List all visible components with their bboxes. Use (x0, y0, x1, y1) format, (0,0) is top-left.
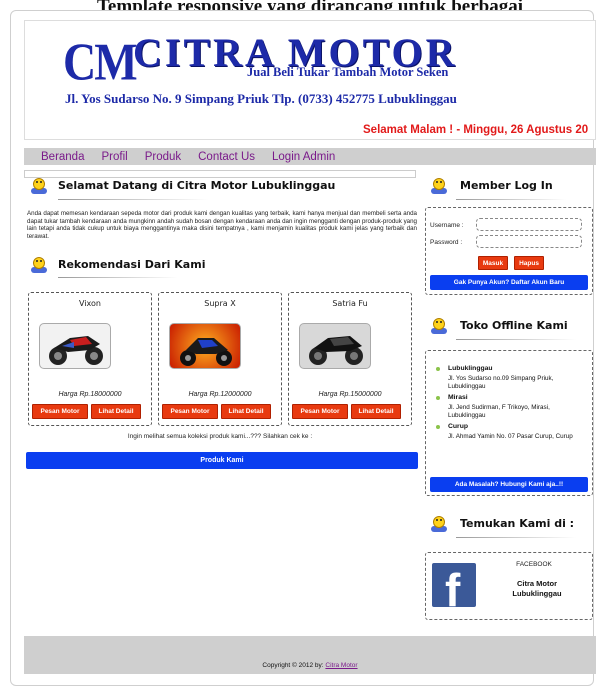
product-price: Harga Rp.12000000 (188, 391, 252, 398)
order-button[interactable]: Pesan Motor (32, 404, 88, 419)
nav-item-beranda[interactable]: Beranda (41, 151, 84, 163)
site-address: Jl. Yos Sudarso No. 9 Simpang Priuk Tlp.… (65, 91, 457, 106)
footer-copyright: Copyright © 2012 by: Citra Motor (24, 662, 596, 669)
store-address: Jl. Yos Sudarso no.09 Simpang Priuk, Lub… (448, 375, 554, 390)
login-box: Username : Password : Masuk Hapus Gak Pu… (425, 207, 593, 295)
store-item: Curup Jl. Ahmad Yamin No. 07 Pasar Curup… (436, 423, 588, 441)
footer-link[interactable]: Citra Motor (325, 662, 357, 669)
order-button[interactable]: Pesan Motor (162, 404, 218, 419)
product-price: Harga Rp.15000000 (318, 391, 382, 398)
product-card: Vixon Harga Rp.18000000 Pesan Motor Liha… (28, 292, 152, 426)
welcome-heading: Selamat Datang di Citra Motor Lubuklingg… (58, 178, 336, 192)
contact-button[interactable]: Ada Masalah? Hubungi Kami aja..!! (430, 477, 588, 492)
login-button[interactable]: Masuk (478, 256, 508, 270)
store-address: Jl. Jend Sudirman, F Trikoyo, Mirasi, Lu… (448, 404, 550, 419)
find-heading-wrap: Temukan Kami di : (430, 514, 574, 532)
product-image-vixon (39, 323, 111, 369)
order-button[interactable]: Pesan Motor (292, 404, 348, 419)
welcome-heading-wrap: Selamat Datang di Citra Motor Lubuklingg… (30, 176, 335, 194)
site-footer: Copyright © 2012 by: Citra Motor (24, 636, 596, 674)
member-underline (456, 199, 566, 200)
stores-heading: Toko Offline Kami (460, 318, 568, 332)
product-name: Vixon (79, 299, 101, 308)
product-image-satria-fu (299, 323, 371, 369)
stores-box: Lubuklinggau Jl. Yos Sudarso no.09 Simpa… (425, 350, 593, 496)
copyright-text: Copyright © 2012 by: (262, 662, 324, 669)
greeting-text: Selamat Malam ! - Minggu, 26 Agustus 20 (363, 124, 589, 136)
nav-item-produk[interactable]: Produk (145, 151, 181, 163)
nav-item-profil[interactable]: Profil (101, 151, 127, 163)
reset-button[interactable]: Hapus (514, 256, 544, 270)
nav-item-login-admin[interactable]: Login Admin (272, 151, 335, 163)
facebook-icon[interactable]: f (432, 563, 476, 607)
stores-heading-wrap: Toko Offline Kami (430, 316, 568, 334)
store-name: Mirasi (448, 394, 468, 401)
member-heading: Member Log In (460, 178, 553, 192)
site-header: CM CITRA MOTOR Jual Beli Tukar Tambah Mo… (24, 20, 596, 140)
password-field[interactable] (476, 235, 582, 248)
user-icon (430, 176, 448, 194)
store-address: Jl. Ahmad Yamin No. 07 Pasar Curup, Curu… (448, 433, 573, 440)
user-icon (30, 255, 48, 273)
products-button[interactable]: Produk Kami (26, 452, 418, 469)
welcome-underline (58, 199, 208, 200)
recommend-underline (58, 277, 178, 278)
find-heading: Temukan Kami di : (460, 516, 575, 530)
bullet-icon (436, 367, 440, 371)
product-price: Harga Rp.18000000 (58, 391, 122, 398)
detail-button[interactable]: Lihat Detail (221, 404, 271, 419)
store-name: Curup (448, 423, 469, 430)
store-item: Mirasi Jl. Jend Sudirman, F Trikoyo, Mir… (436, 394, 588, 420)
main-nav: Beranda Profil Produk Contact Us Login A… (24, 148, 596, 165)
recommend-heading-wrap: Rekomendasi Dari Kami (30, 255, 205, 273)
collection-text: Ingin melihat semua koleksi produk kami.… (127, 433, 313, 440)
username-label: Username : (430, 222, 464, 229)
facebook-box: f FACEBOOK Citra Motor Lubuklinggau (425, 552, 593, 620)
user-icon (430, 316, 448, 334)
site-subtitle: Jual Beli Tukar Tambah Motor Seken (247, 65, 449, 79)
bullet-icon (436, 396, 440, 400)
detail-button[interactable]: Lihat Detail (91, 404, 141, 419)
bullet-icon (436, 425, 440, 429)
stores-underline (456, 339, 576, 340)
find-underline (456, 537, 576, 538)
page: Template responsive yang dirancang untuk… (0, 0, 598, 690)
recommend-heading: Rekomendasi Dari Kami (58, 257, 206, 271)
product-image-supra-x (169, 323, 241, 369)
detail-button[interactable]: Lihat Detail (351, 404, 401, 419)
nav-item-contact[interactable]: Contact Us (198, 151, 255, 163)
store-item: Lubuklinggau Jl. Yos Sudarso no.09 Simpa… (436, 365, 588, 391)
facebook-label: FACEBOOK (516, 561, 552, 568)
password-label: Password : (430, 239, 463, 246)
facebook-name[interactable]: Citra Motor Lubuklinggau (498, 579, 576, 599)
member-heading-wrap: Member Log In (430, 176, 553, 194)
product-card: Supra X Harga Rp.12000000 Pesan Motor Li… (158, 292, 282, 426)
user-icon (430, 514, 448, 532)
logo-mark: CM (63, 32, 138, 91)
intro-text: Anda dapat memesan kendaraan sepeda moto… (27, 210, 417, 240)
user-icon (30, 176, 48, 194)
product-name: Satria Fu (332, 299, 368, 308)
product-name: Supra X (204, 299, 236, 308)
register-button[interactable]: Gak Punya Akun? Daftar Akun Baru (430, 275, 588, 290)
username-field[interactable] (476, 218, 582, 231)
product-card: Satria Fu Harga Rp.15000000 Pesan Motor … (288, 292, 412, 426)
store-name: Lubuklinggau (448, 365, 493, 372)
